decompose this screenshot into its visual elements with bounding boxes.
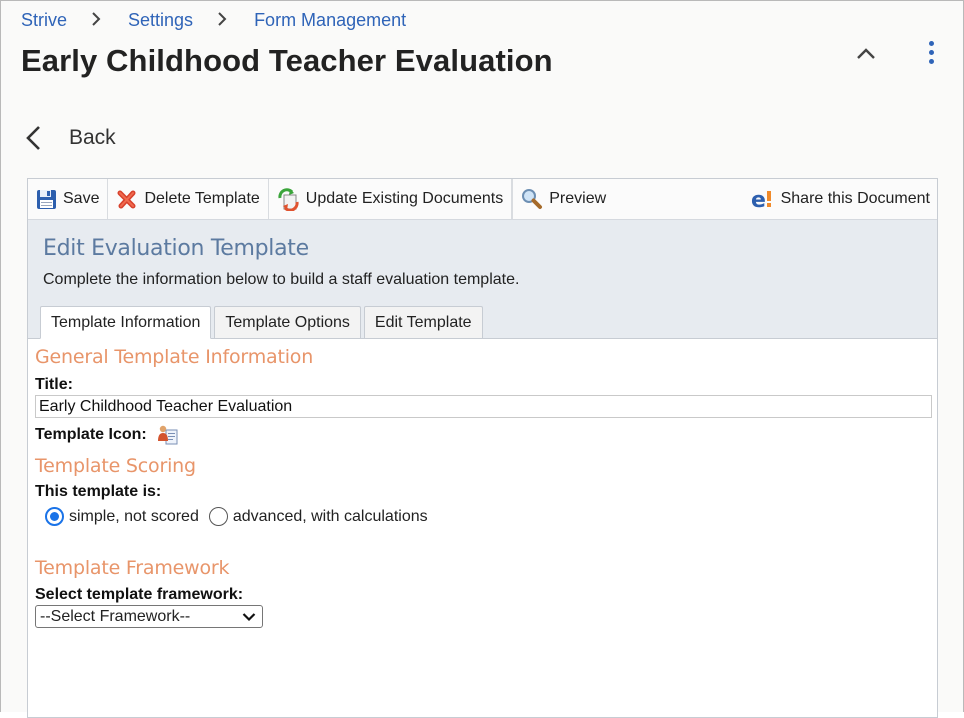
page-title: Early Childhood Teacher Evaluation [21,43,553,78]
template-icon-label: Template Icon: [35,426,147,443]
share-document-label: Share this Document [780,190,930,207]
chevron-right-icon [91,10,101,31]
more-options-icon[interactable] [921,41,941,69]
delete-template-label: Delete Template [144,190,260,207]
chevron-up-icon[interactable] [853,41,879,67]
editor-description: Complete the information below to build … [43,271,520,288]
e-share-icon: e [751,188,771,210]
advanced-with-calculations-radio[interactable] [208,507,228,526]
editor-tabs: Template Information Template Options Ed… [40,306,486,339]
refresh-documents-icon [278,187,299,211]
breadcrumb: Strive Settings Form Management [21,10,406,31]
chevron-down-icon [242,612,256,621]
template-framework-heading: Template Framework [35,557,230,579]
save-button[interactable]: Save [28,179,109,219]
title-label: Title: [35,376,73,393]
delete-x-icon [117,190,136,209]
advanced-with-calculations-label[interactable]: advanced, with calculations [233,508,428,526]
template-scoring-heading: Template Scoring [35,455,196,477]
toolbar: Save Delete Template Update Existing Doc… [28,179,937,220]
back-label: Back [69,126,116,149]
svg-text:e: e [751,188,766,210]
chevron-right-icon [217,10,227,31]
tab-edit-template[interactable]: Edit Template [363,306,483,338]
framework-select-value: --Select Framework-- [40,607,191,625]
tab-template-options[interactable]: Template Options [214,306,361,338]
template-information-form: General Template Information Title: Temp… [28,346,937,628]
back-button[interactable]: Back [23,123,116,153]
scoring-label: This template is: [35,483,162,500]
editor-heading: Edit Evaluation Template [43,236,309,261]
preview-label: Preview [549,190,607,207]
chevron-left-icon [26,126,40,150]
delete-template-button[interactable]: Delete Template [108,179,269,219]
teacher-document-icon[interactable] [157,424,179,446]
breadcrumb-form-management[interactable]: Form Management [254,10,406,31]
general-info-heading: General Template Information [35,346,314,368]
template-editor-panel: Save Delete Template Update Existing Doc… [27,178,938,718]
floppy-disk-icon [37,189,56,209]
breadcrumb-strive[interactable]: Strive [21,10,67,31]
editor-header: Edit Evaluation Template Complete the in… [28,220,937,339]
share-document-button[interactable]: e Share this Document [743,179,937,219]
update-existing-documents-label: Update Existing Documents [305,190,504,207]
app-frame: Strive Settings Form Management Early Ch… [0,0,964,718]
title-input[interactable] [35,395,932,418]
preview-button[interactable]: Preview [512,179,614,219]
save-label: Save [63,190,100,207]
framework-label: Select template framework: [35,586,244,603]
tab-template-information[interactable]: Template Information [40,306,212,339]
framework-select[interactable]: --Select Framework-- [35,605,263,628]
simple-not-scored-radio[interactable] [45,507,64,526]
update-existing-documents-button[interactable]: Update Existing Documents [269,179,513,219]
breadcrumb-settings[interactable]: Settings [128,10,193,31]
magnifier-icon [522,189,543,209]
simple-not-scored-label[interactable]: simple, not scored [69,508,199,526]
scoring-options: simple, not scored advanced, with calcul… [45,507,937,526]
